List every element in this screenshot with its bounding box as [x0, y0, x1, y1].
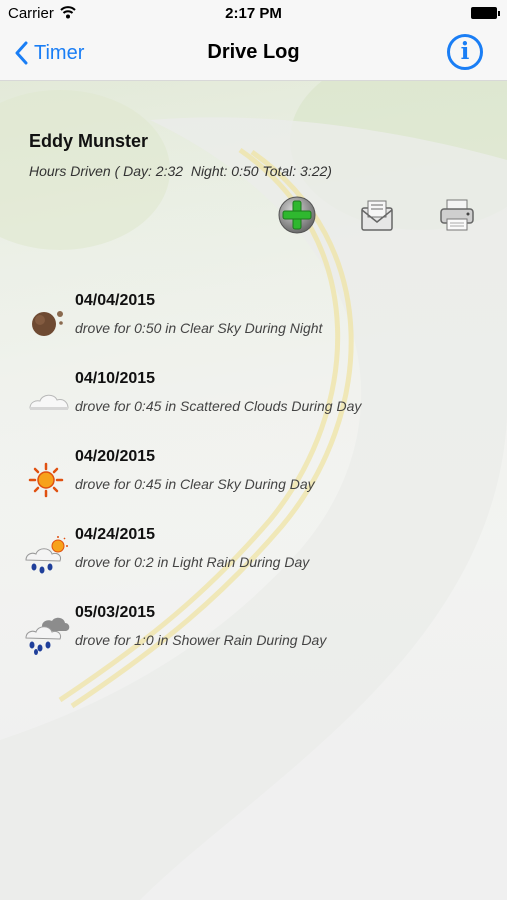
hours-driven-summary: Hours Driven ( Day: 2:32 Night: 0:50 Tot… — [29, 163, 332, 179]
sun-icon — [28, 462, 64, 498]
battery-icon — [471, 7, 500, 19]
log-date: 05/03/2015 — [75, 604, 156, 621]
log-description: drove for 0:50 in Clear Sky During Night — [75, 320, 323, 336]
navigation-bar: Timer Drive Log i — [0, 28, 507, 81]
print-log-button[interactable] — [438, 196, 476, 234]
drive-log-screen: Carrier 2:17 PM Timer Drive Log i Eddy M… — [0, 0, 507, 900]
email-log-button[interactable] — [358, 196, 396, 234]
log-entry[interactable]: 04/10/2015 drove for 0:45 in Scattered C… — [0, 370, 507, 440]
info-button[interactable]: i — [447, 34, 483, 70]
printer-icon — [440, 199, 474, 231]
envelope-icon — [361, 200, 393, 231]
moon-icon — [32, 311, 63, 336]
page-title: Drive Log — [207, 41, 300, 63]
log-description: drove for 0:45 in Clear Sky During Day — [75, 476, 315, 492]
status-bar: Carrier 2:17 PM — [0, 0, 507, 28]
log-description: drove for 1:0 in Shower Rain During Day — [75, 632, 327, 648]
shower-rain-icon — [25, 617, 70, 655]
log-description: drove for 0:2 in Light Rain During Day — [75, 554, 310, 570]
log-entry[interactable]: 05/03/2015 drove for 1:0 in Shower Rain … — [0, 604, 507, 674]
rain-sun-icon — [25, 536, 68, 574]
log-date: 04/10/2015 — [75, 370, 156, 387]
log-entry[interactable]: 04/24/2015 drove for 0:2 in Light Rain D… — [0, 526, 507, 596]
add-entry-button[interactable] — [278, 196, 316, 234]
info-icon: i — [460, 38, 470, 65]
plus-icon — [278, 196, 316, 234]
log-date: 04/24/2015 — [75, 526, 156, 543]
log-description: drove for 0:45 in Scattered Clouds Durin… — [75, 398, 362, 414]
cloud-icon — [29, 394, 69, 410]
log-entry[interactable]: 04/04/2015 drove for 0:50 in Clear Sky D… — [0, 292, 507, 362]
clock-time: 2:17 PM — [225, 5, 282, 22]
log-date: 04/04/2015 — [75, 292, 156, 309]
log-entry[interactable]: 04/20/2015 drove for 0:45 in Clear Sky D… — [0, 448, 507, 518]
log-date: 04/20/2015 — [75, 448, 156, 465]
driver-name: Eddy Munster — [29, 131, 149, 151]
